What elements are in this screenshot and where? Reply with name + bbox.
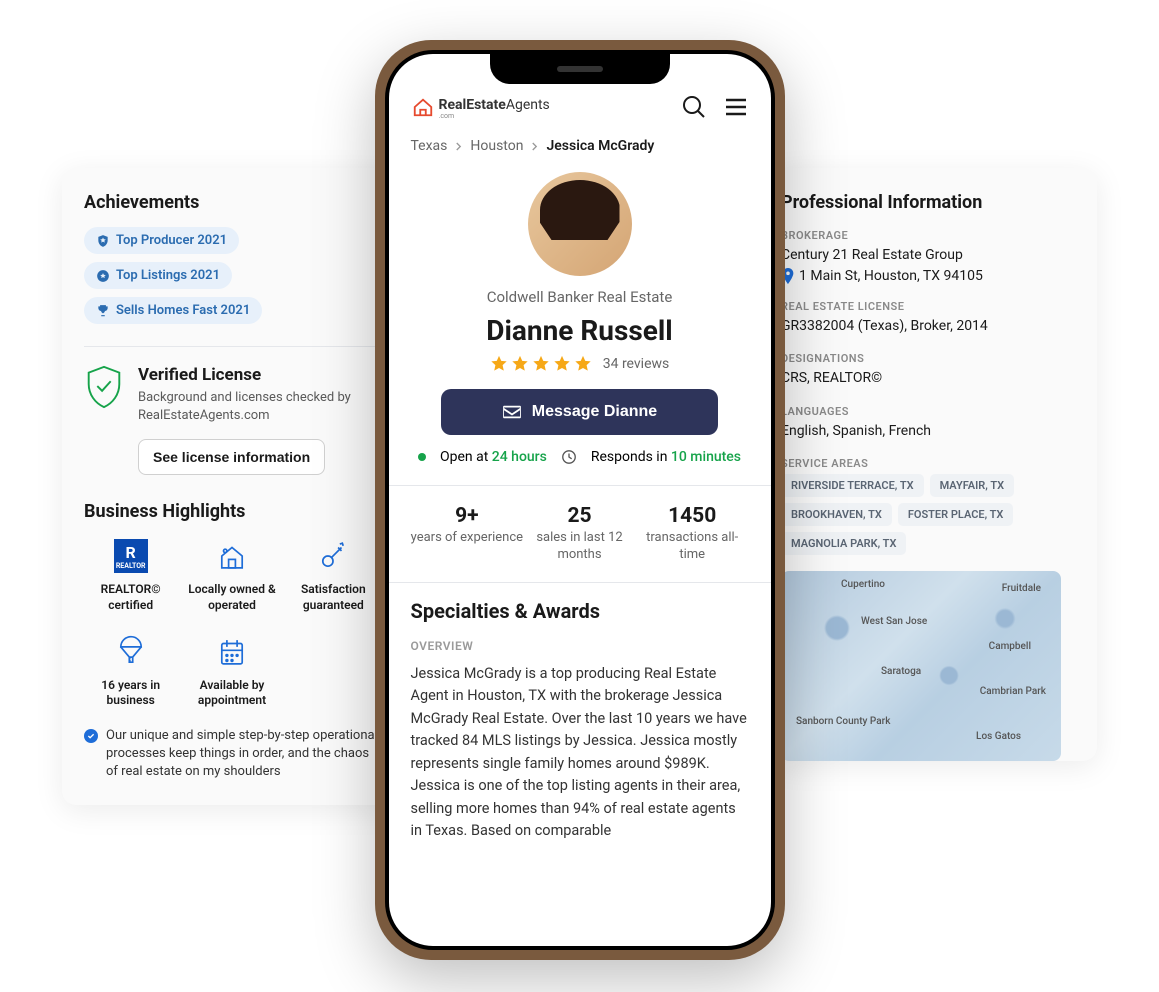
star-circle-icon: [96, 269, 110, 283]
service-areas-section: SERVICE AREAS RIVERSIDE TERRACE, TX MAYF…: [781, 457, 1097, 555]
highlight-bullet: Our unique and simple step-by-step opera…: [84, 727, 380, 782]
svg-text:$: $: [128, 657, 131, 664]
service-area-map[interactable]: Cupertino Fruitdale West San Jose Campbe…: [781, 571, 1061, 761]
star-icon: [511, 355, 529, 373]
star-icon: [532, 355, 550, 373]
star-icon: [490, 355, 508, 373]
phone-mockup: RealEstateAgents .com Texas Houston: [375, 40, 785, 960]
breadcrumb-item[interactable]: Texas: [411, 138, 448, 154]
languages-section: LANGUAGES English, Spanish, French: [781, 405, 1097, 442]
service-tag: RIVERSIDE TERRACE, TX: [781, 474, 924, 497]
service-tag: MAYFAIR, TX: [930, 474, 1015, 497]
badge-top-producer: Top Producer 2021: [84, 227, 239, 254]
breadcrumb: Texas Houston Jessica McGrady: [411, 138, 749, 154]
envelope-icon: [502, 404, 522, 420]
license-section: REAL ESTATE LICENSE GR3382004 (Texas), B…: [781, 300, 1097, 337]
verified-desc: Background and licenses checked by RealE…: [138, 389, 380, 425]
stat-sales: 25 sales in last 12 months: [523, 504, 636, 564]
chevron-right-icon: [455, 141, 462, 152]
chevron-right-icon: [531, 141, 538, 152]
open-dot: [418, 453, 426, 461]
service-tag: MAGNOLIA PARK, TX: [781, 532, 906, 555]
brokerage-section: BROKERAGE Century 21 Real Estate Group 1…: [781, 229, 1097, 284]
highlight-appointment: Available by appointment: [185, 632, 278, 709]
designations-section: DESIGNATIONS CRS, REALTOR©: [781, 352, 1097, 389]
highlights-heading: Business Highlights: [84, 501, 380, 522]
badge-top-listings: Top Listings 2021: [84, 262, 232, 289]
achievements-card: Achievements Top Producer 2021 Top Listi…: [62, 168, 402, 805]
check-circle-icon: [84, 729, 98, 743]
specialties-heading: Specialties & Awards: [411, 599, 749, 623]
menu-icon[interactable]: [723, 94, 749, 120]
service-area-tags: RIVERSIDE TERRACE, TX MAYFAIR, TX BROOKH…: [781, 474, 1097, 555]
agent-stats: 9+ years of experience 25 sales in last …: [411, 486, 749, 582]
highlight-realtor: RREALTOR REALTOR© certified: [84, 536, 177, 613]
verified-section: Verified License Background and licenses…: [84, 365, 380, 425]
message-agent-button[interactable]: Message Dianne: [441, 389, 718, 435]
realtor-icon: RREALTOR: [114, 539, 148, 573]
key-icon: [316, 539, 350, 573]
highlight-local: Locally owned & operated: [185, 536, 278, 613]
phone-notch: [490, 54, 670, 84]
house-icon: [215, 539, 249, 573]
agent-name: Dianne Russell: [411, 314, 749, 347]
star-icon: [574, 355, 592, 373]
shield-check-icon: [84, 365, 124, 409]
trophy-icon: [96, 304, 110, 318]
clock-icon: [561, 449, 577, 465]
professional-info-heading: Professional Information: [781, 192, 1097, 213]
parachute-icon: $: [114, 635, 148, 669]
service-tag: FOSTER PLACE, TX: [898, 503, 1014, 526]
shield-star-icon: [96, 234, 110, 248]
overview-text: Jessica McGrady is a top producing Real …: [411, 663, 749, 843]
achievements-heading: Achievements: [84, 192, 380, 213]
agent-rating: 34 reviews: [411, 355, 749, 373]
service-tag: BROOKHAVEN, TX: [781, 503, 892, 526]
license-info-button[interactable]: See license information: [138, 439, 325, 475]
stat-transactions: 1450 transactions all-time: [636, 504, 749, 564]
highlights-grid: RREALTOR REALTOR© certified Locally owne…: [84, 536, 380, 708]
badge-row: Top Producer 2021 Top Listings 2021 Sell…: [84, 227, 380, 324]
review-count[interactable]: 34 reviews: [603, 356, 670, 372]
app-header: RealEstateAgents .com: [411, 94, 749, 120]
highlight-satisfaction: Satisfaction guaranteed: [287, 536, 380, 613]
breadcrumb-item[interactable]: Houston: [470, 138, 523, 154]
star-icon: [553, 355, 571, 373]
calendar-icon: [215, 635, 249, 669]
overview-label: OVERVIEW: [411, 639, 749, 653]
status-row: Open at 24 hours Responds in 10 minutes: [411, 449, 749, 465]
app-logo[interactable]: RealEstateAgents .com: [411, 94, 550, 120]
professional-info-card: Professional Information BROKERAGE Centu…: [773, 168, 1097, 761]
verified-title: Verified License: [138, 365, 380, 385]
badge-sells-fast: Sells Homes Fast 2021: [84, 297, 262, 324]
agent-avatar: [528, 172, 632, 276]
house-logo-icon: [411, 96, 435, 118]
search-icon[interactable]: [681, 94, 707, 120]
breadcrumb-current: Jessica McGrady: [546, 138, 654, 154]
stat-years: 9+ years of experience: [411, 504, 524, 564]
highlight-years: $ 16 years in business: [84, 632, 177, 709]
agent-brokerage: Coldwell Banker Real Estate: [411, 288, 749, 306]
